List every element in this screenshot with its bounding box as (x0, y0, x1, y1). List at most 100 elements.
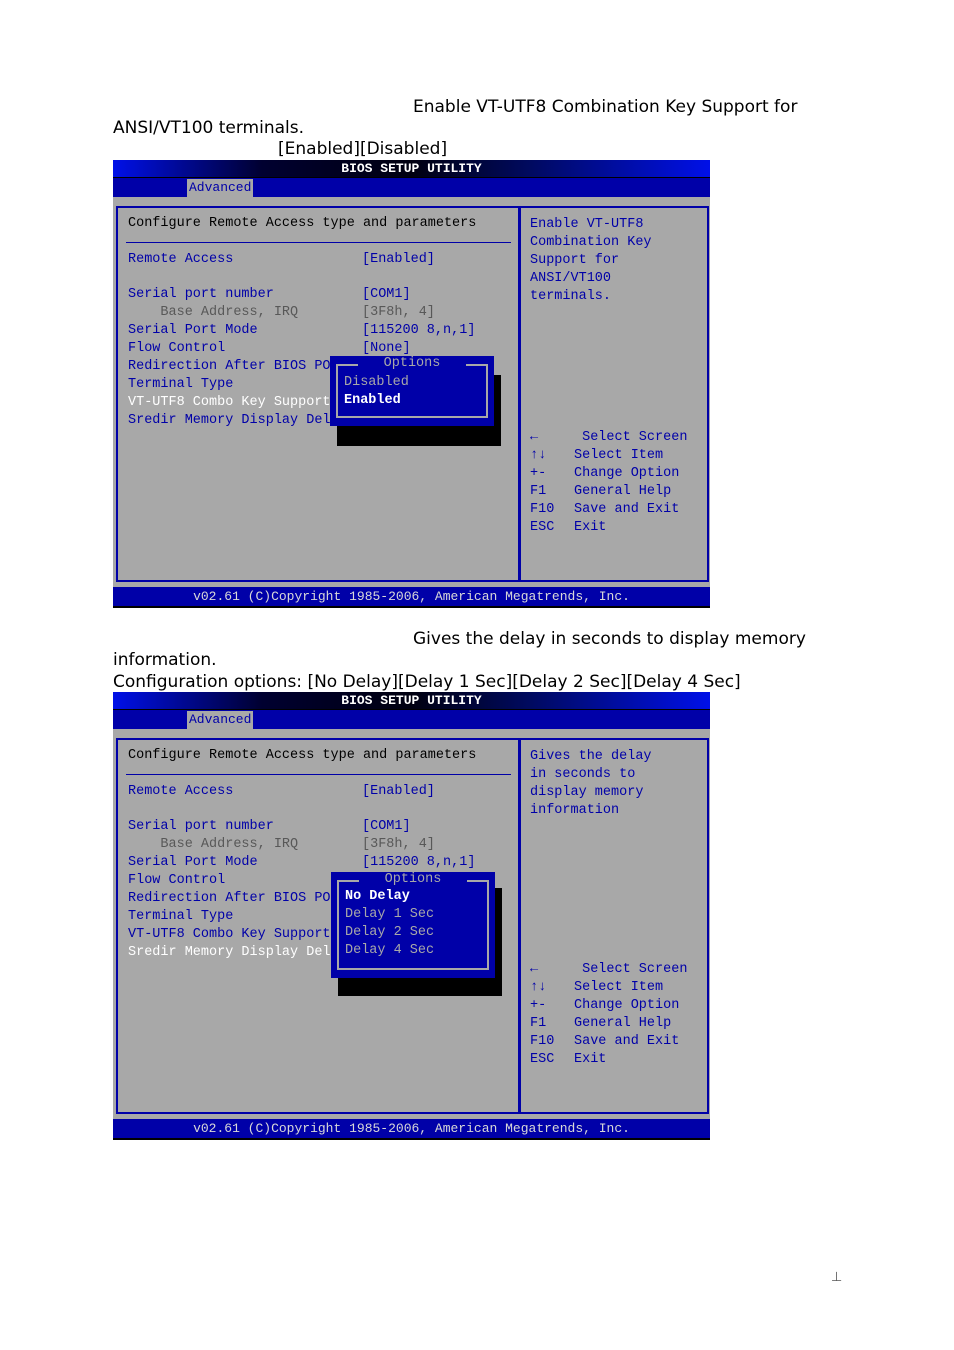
setting-serial-port-mode[interactable]: Serial Port Mode (128, 855, 258, 870)
option-no-delay[interactable]: No Delay (345, 889, 410, 904)
key-description: Select Item (574, 448, 664, 463)
help-panel: Enable VT-UTF8 Combination Key Support f… (519, 206, 709, 582)
help-line: Enable VT-UTF8 (530, 217, 644, 232)
key-description: Change Option (574, 998, 680, 1013)
key-label: F1 (530, 484, 547, 499)
key-select-item: ↑↓ Select Item (530, 980, 700, 998)
popup-title: Options (383, 356, 441, 371)
key-description: General Help (574, 1016, 672, 1031)
setting-serial-port-number[interactable]: Serial port number (128, 287, 274, 302)
key-label: F1 (530, 1016, 547, 1031)
setting-redirection-after-post[interactable]: Redirection After BIOS POST (128, 891, 347, 906)
setting-terminal-type[interactable]: Terminal Type (128, 909, 233, 924)
key-exit: ESC Exit (530, 520, 700, 538)
key-change-option: +- Change Option (530, 998, 700, 1016)
section2-options-line: Configuration options: [No Delay][Delay … (113, 672, 741, 692)
section2-description-line1: Gives the delay in seconds to display me… (413, 629, 806, 649)
bios-footer: v02.61 (C)Copyright 1985-2006, American … (113, 587, 710, 608)
up-down-arrows-key-icon: ↑↓ (530, 448, 547, 463)
setting-serial-port-mode-value[interactable]: [115200 8,n,1] (362, 323, 475, 338)
help-line: display memory (530, 785, 644, 800)
help-line: Combination Key (530, 235, 652, 250)
key-label: +- (530, 466, 547, 481)
bios-footer: v02.61 (C)Copyright 1985-2006, American … (113, 1119, 710, 1140)
option-delay-2-sec[interactable]: Delay 2 Sec (345, 925, 434, 940)
key-description: Save and Exit (574, 1034, 680, 1049)
left-arrow-key-icon: ← (530, 962, 539, 977)
setting-terminal-type[interactable]: Terminal Type (128, 377, 233, 392)
setting-base-address-irq: Base Address, IRQ (128, 837, 299, 852)
setting-base-address-irq: Base Address, IRQ (128, 305, 299, 320)
setting-remote-access[interactable]: Remote Access (128, 784, 233, 799)
setting-remote-access-value[interactable]: [Enabled] (362, 784, 435, 799)
key-label: +- (530, 998, 547, 1013)
popup-frame (336, 364, 488, 418)
tab-advanced[interactable]: Advanced (187, 711, 254, 729)
key-select-screen: ← Select Screen (530, 962, 700, 980)
help-line: Gives the delay (530, 749, 652, 764)
key-label: F10 (530, 1034, 555, 1049)
setting-serial-port-number[interactable]: Serial port number (128, 819, 274, 834)
bios-title: BIOS SETUP UTILITY (113, 160, 710, 178)
key-description: Save and Exit (574, 502, 680, 517)
setting-base-address-irq-value: [3F8h, 4] (362, 305, 435, 320)
bios-screen-memory-delay: BIOS SETUP UTILITY Advanced Configure Re… (113, 692, 710, 1140)
key-description: Change Option (574, 466, 680, 481)
key-description: Select Screen (574, 430, 688, 445)
setting-flow-control[interactable]: Flow Control (128, 341, 225, 356)
divider (126, 242, 511, 243)
setting-vt-utf8-combo-key[interactable]: VT-UTF8 Combo Key Support (128, 395, 331, 410)
up-down-arrows-key-icon: ↑↓ (530, 980, 547, 995)
section1-description-line2: ANSI/VT100 terminals. (113, 118, 305, 138)
setting-serial-port-number-value[interactable]: [COM1] (362, 287, 411, 302)
key-description: General Help (574, 484, 672, 499)
bios-screen-vt-utf8: BIOS SETUP UTILITY Advanced Configure Re… (113, 160, 710, 608)
popup-title: Options (384, 872, 442, 887)
help-line: in seconds to (530, 767, 636, 782)
key-select-item: ↑↓ Select Item (530, 448, 700, 466)
key-legend: ← Select Screen ↑↓ Select Item +- Change O… (530, 962, 700, 1070)
bios-tab-bar: Advanced (113, 710, 710, 729)
bios-title: BIOS SETUP UTILITY (113, 692, 710, 710)
setting-remote-access-value[interactable]: [Enabled] (362, 252, 435, 267)
key-save-exit: F10 Save and Exit (530, 1034, 700, 1052)
option-enabled[interactable]: Enabled (344, 393, 401, 408)
key-general-help: F1 General Help (530, 1016, 700, 1034)
section1-options-line: [Enabled][Disabled] (278, 139, 448, 159)
key-exit: ESC Exit (530, 1052, 700, 1070)
setting-redirection-after-post[interactable]: Redirection After BIOS POST (128, 359, 347, 374)
key-change-option: +- Change Option (530, 466, 700, 484)
page-number-mark: ⊥ (831, 1270, 843, 1285)
tab-advanced[interactable]: Advanced (187, 179, 254, 197)
help-text: Gives the delay in seconds to display me… (530, 748, 652, 820)
options-popup: Options No Delay Delay 1 Sec Delay 2 Sec… (331, 872, 495, 978)
key-description: Exit (574, 520, 607, 535)
key-label: F10 (530, 502, 555, 517)
setting-serial-port-mode[interactable]: Serial Port Mode (128, 323, 258, 338)
setting-serial-port-mode-value[interactable]: [115200 8,n,1] (362, 855, 475, 870)
section1-description-line1: Enable VT-UTF8 Combination Key Support f… (413, 97, 798, 117)
key-save-exit: F10 Save and Exit (530, 502, 700, 520)
section-title: Configure Remote Access type and paramet… (128, 216, 477, 231)
option-disabled[interactable]: Disabled (344, 375, 409, 390)
section-title: Configure Remote Access type and paramet… (128, 748, 477, 763)
setting-flow-control-value[interactable]: [None] (362, 341, 411, 356)
setting-sredir-memory-delay[interactable]: Sredir Memory Display Delay (128, 413, 347, 428)
setting-sredir-memory-delay[interactable]: Sredir Memory Display Delay (128, 945, 347, 960)
setting-vt-utf8-combo-key[interactable]: VT-UTF8 Combo Key Support (128, 927, 331, 942)
key-legend: ← Select Screen ↑↓ Select Item +- Change O… (530, 430, 700, 538)
help-line: Support for ANSI/VT100 (530, 253, 620, 286)
setting-remote-access[interactable]: Remote Access (128, 252, 233, 267)
option-delay-1-sec[interactable]: Delay 1 Sec (345, 907, 434, 922)
key-label: ESC (530, 520, 555, 535)
setting-serial-port-number-value[interactable]: [COM1] (362, 819, 411, 834)
help-line: information (530, 803, 620, 818)
setting-flow-control[interactable]: Flow Control (128, 873, 225, 888)
help-panel: Gives the delay in seconds to display me… (519, 738, 709, 1114)
option-delay-4-sec[interactable]: Delay 4 Sec (345, 943, 434, 958)
key-select-screen: ← Select Screen (530, 430, 700, 448)
bios-tab-bar: Advanced (113, 178, 710, 197)
setting-base-address-irq-value: [3F8h, 4] (362, 837, 435, 852)
left-arrow-key-icon: ← (530, 430, 539, 445)
help-text: Enable VT-UTF8 Combination Key Support f… (530, 216, 707, 306)
